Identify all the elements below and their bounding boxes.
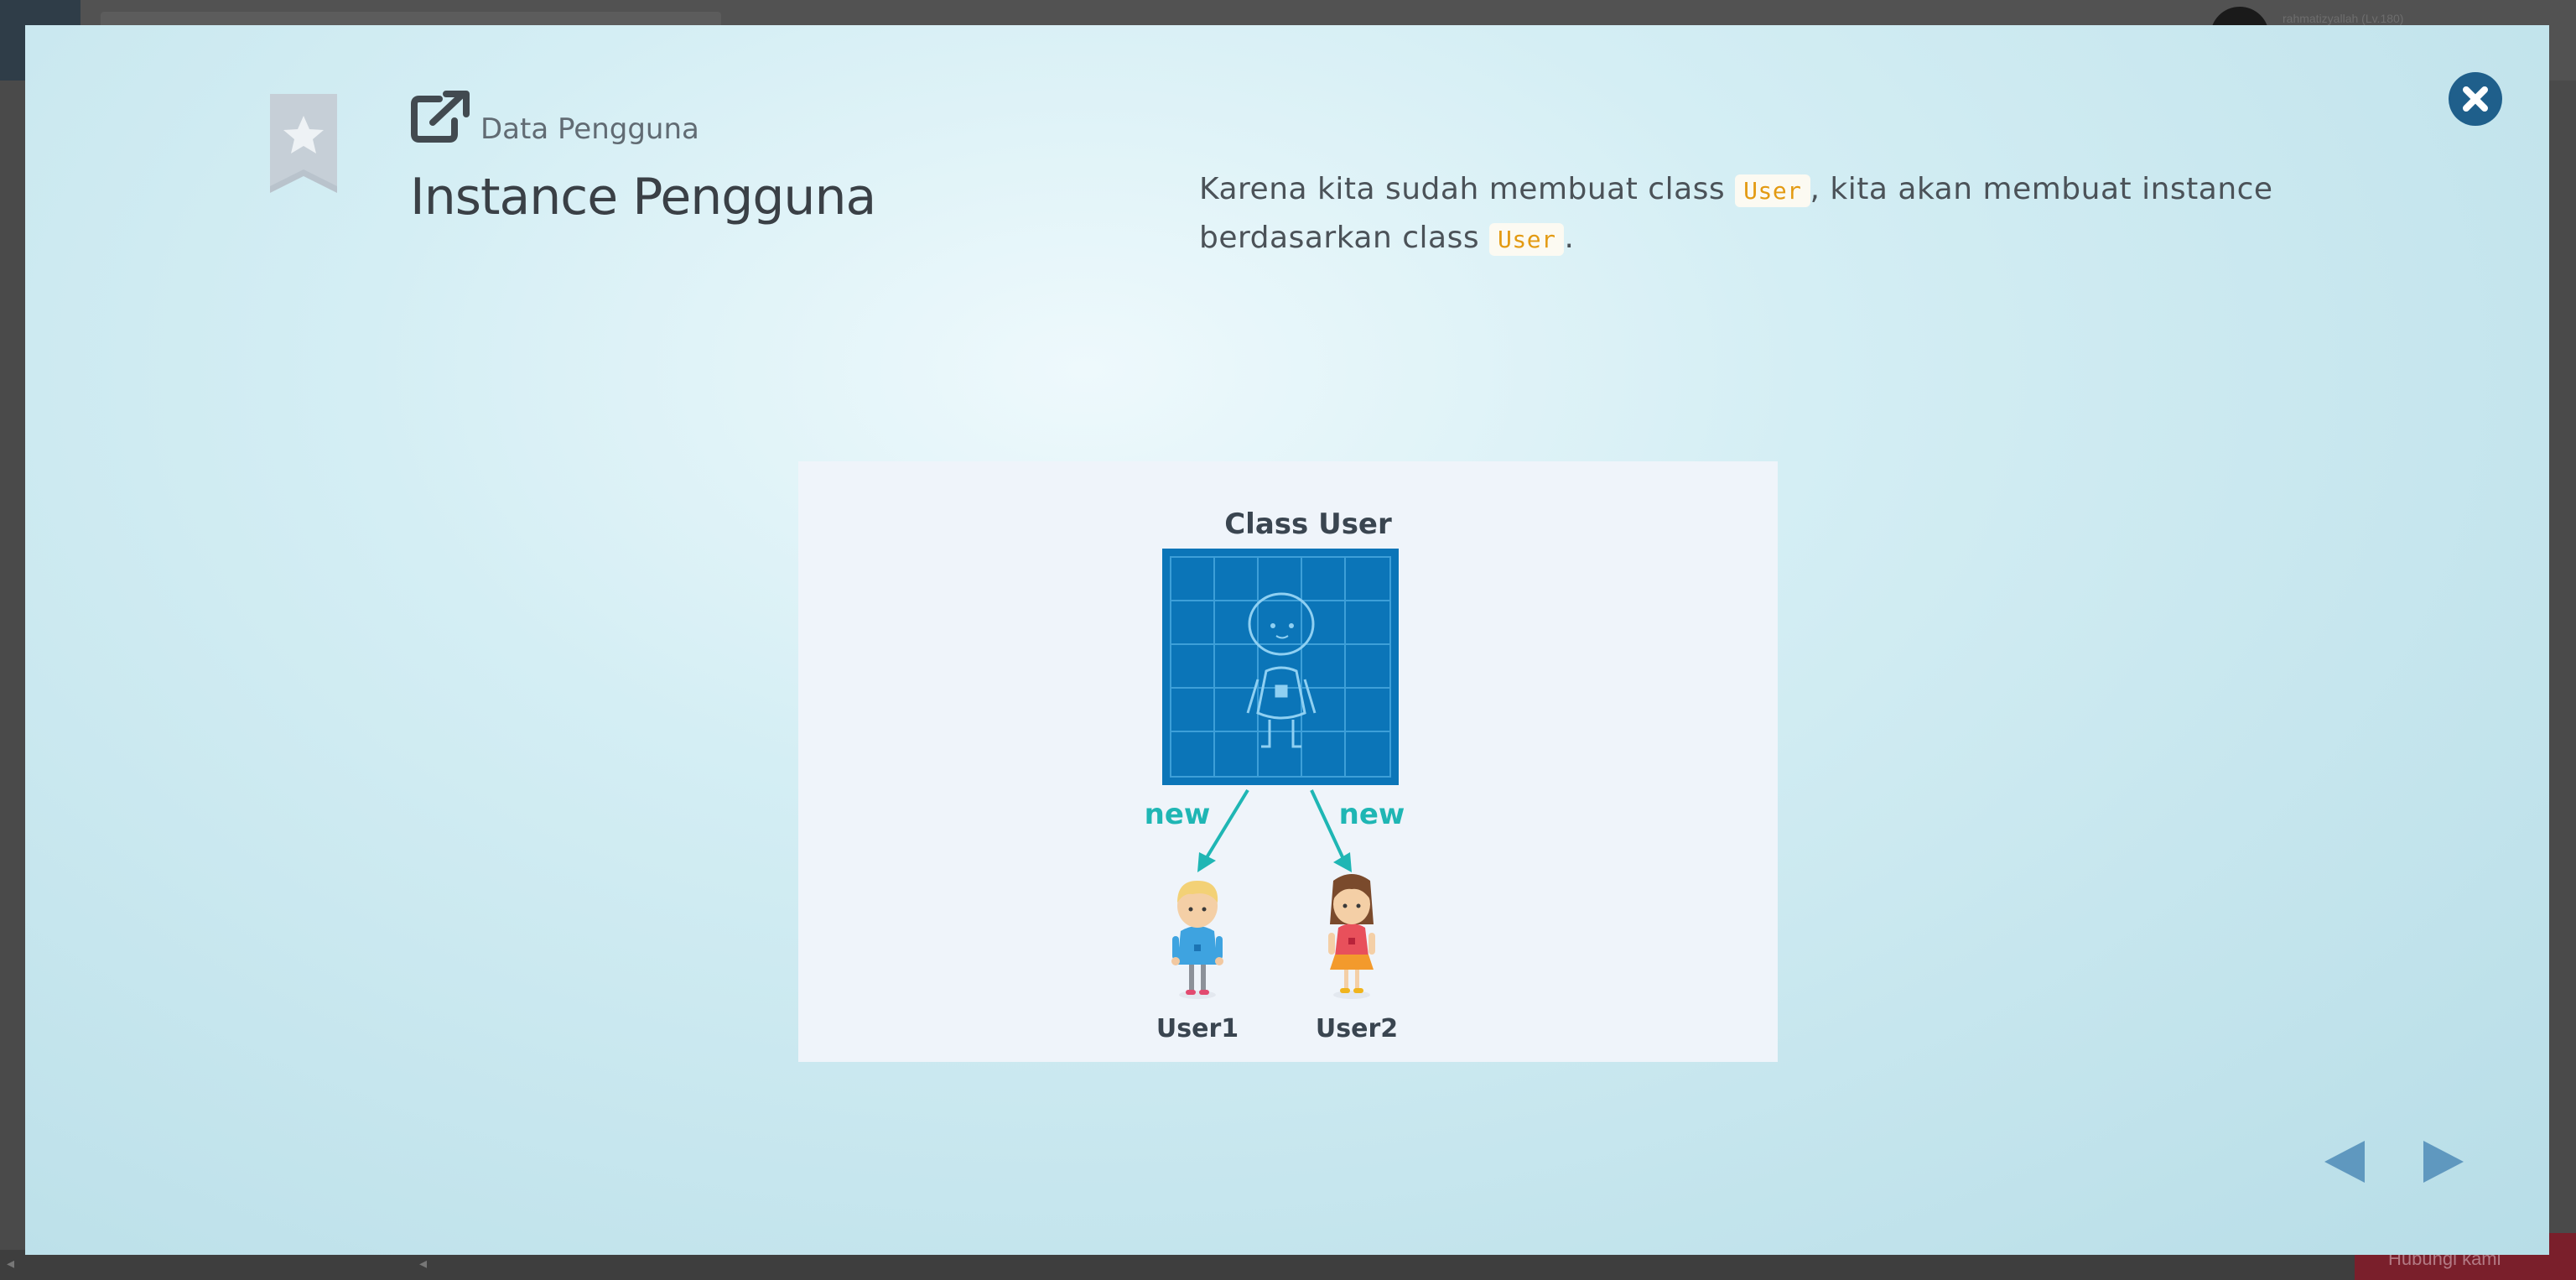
page-title: Instance Pengguna	[410, 168, 876, 226]
instance1-label: User1	[1156, 1014, 1239, 1043]
lesson-description: Karena kita sudah membuat class User, ki…	[1199, 166, 2289, 263]
external-link-icon[interactable]	[411, 91, 470, 143]
inline-code: User	[1735, 174, 1810, 207]
girl-character-icon	[1328, 874, 1375, 999]
previous-button[interactable]	[2321, 1137, 2365, 1186]
description-text: .	[1564, 221, 1575, 255]
background-username: rahmatizyallah (Lv.180)	[2283, 12, 2404, 25]
triangle-left-icon[interactable]	[2321, 1137, 2365, 1186]
triangle-right-icon[interactable]	[2423, 1137, 2467, 1186]
close-button[interactable]	[2449, 72, 2502, 126]
bookmark-star-icon[interactable]	[268, 94, 339, 195]
lesson-modal: Data Pengguna Instance Pengguna Karena k…	[25, 25, 2549, 1255]
breadcrumb[interactable]: Data Pengguna	[480, 112, 699, 146]
arrow-right-label: new	[1339, 798, 1405, 831]
scroll-right-icon: ◂	[419, 1255, 428, 1272]
close-icon[interactable]	[2449, 72, 2502, 126]
class-label: Class User	[1224, 507, 1392, 541]
blueprint-box	[1162, 549, 1399, 785]
instance-arrows	[1197, 788, 1352, 872]
class-instance-diagram: Class User new new User1 User2	[798, 461, 1778, 1062]
scroll-left-icon: ◂	[7, 1255, 15, 1272]
instance2-label: User2	[1316, 1014, 1398, 1043]
boy-character-icon	[1171, 881, 1223, 999]
inline-code: User	[1489, 223, 1565, 256]
description-text: Karena kita sudah membuat class	[1199, 172, 1736, 206]
next-button[interactable]	[2423, 1137, 2467, 1186]
arrow-left-label: new	[1145, 798, 1211, 831]
